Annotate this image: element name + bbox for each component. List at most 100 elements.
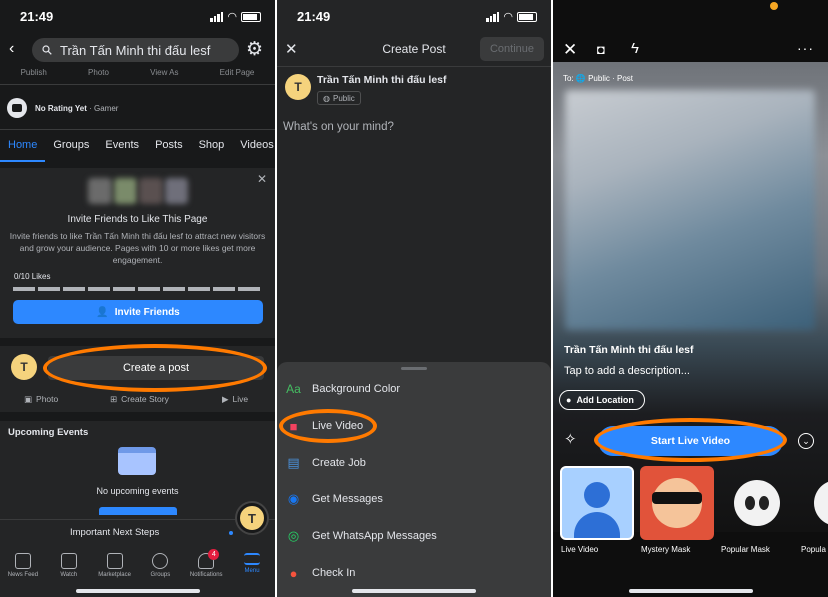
create-post-card: T Create a post ▣ Photo ⊞ Create Story ▶ Li… <box>0 346 275 412</box>
tab-videos[interactable]: Videos <box>232 130 275 162</box>
status-bar: 21:49 ◠ <box>0 0 275 34</box>
friend-avatars-blurred <box>88 178 188 204</box>
plus-box-icon: ⊞ <box>110 394 118 404</box>
tab-events[interactable]: Events <box>97 130 147 162</box>
shop-icon <box>106 553 123 569</box>
privacy-selector[interactable]: ◍ Public <box>317 91 361 105</box>
nav-marketplace[interactable]: Marketplace <box>92 553 138 578</box>
page-tabs: Home Groups Events Posts Shop Videos <box>0 130 275 162</box>
invite-description: Invite friends to like Trần Tấn Minh thi… <box>9 231 266 265</box>
create-post-screen: 21:49 ◠ ✕ Create Post Continue T Trần Tấ… <box>277 0 551 597</box>
page-home-screen: 21:49 ◠ ‹ Trần Tấn Minh thi đấu lesf ⚙ P… <box>0 0 275 597</box>
effect-label: Popular Mask <box>721 545 770 554</box>
home-indicator <box>628 589 753 593</box>
photo-action[interactable]: ▣ Photo <box>24 394 58 405</box>
battery-icon <box>241 11 261 22</box>
status-time: 21:49 <box>20 9 54 24</box>
view-as-link[interactable]: View As <box>150 68 178 77</box>
effect-popular-mask-2[interactable] <box>800 466 828 540</box>
flash-off-icon[interactable]: ϟ <box>631 40 639 57</box>
photo-icon: ▣ <box>24 394 33 404</box>
recording-dot <box>770 2 778 10</box>
sheet-grabber[interactable] <box>401 367 427 370</box>
likes-progress-bar <box>13 287 263 291</box>
live-video-icon: ■ <box>289 418 298 434</box>
menu-check-in[interactable]: ● Check In <box>285 563 356 583</box>
create-story-action[interactable]: ⊞ Create Story <box>110 394 169 405</box>
unread-dot <box>229 531 233 535</box>
page-action-links: Publish Photo View As Edit Page <box>0 68 275 77</box>
search-icon <box>42 45 52 55</box>
start-live-video-button[interactable]: Start Live Video <box>598 426 783 456</box>
tab-home[interactable]: Home <box>0 130 46 162</box>
menu-get-messages[interactable]: ◉ Get Messages <box>285 489 383 509</box>
more-options-icon[interactable]: ··· <box>797 40 814 56</box>
menu-live-video[interactable]: ■ Live Video <box>285 416 364 436</box>
edit-page-link[interactable]: Edit Page <box>220 68 255 77</box>
user-plus-icon: 👤 <box>96 306 109 318</box>
nav-menu[interactable]: Menu <box>229 553 275 574</box>
battery-icon <box>517 11 537 22</box>
search-input[interactable]: Trần Tấn Minh thi đấu lesf <box>32 38 239 62</box>
avatar: T <box>11 354 37 380</box>
menu-create-job[interactable]: ▤ Create Job <box>285 453 365 473</box>
home-indicator <box>75 589 200 593</box>
continue-button[interactable]: Continue <box>480 37 544 61</box>
photo-link[interactable]: Photo <box>88 68 109 77</box>
back-arrow-icon[interactable]: ‹ <box>9 40 14 58</box>
briefcase-icon: ▤ <box>287 455 300 470</box>
camera-flip-icon[interactable]: ◘ <box>597 42 605 57</box>
audience-selector[interactable]: To: 🌐 Public · Post <box>563 74 633 83</box>
effect-label: Popula <box>801 545 826 554</box>
location-pin-icon: ● <box>289 565 298 581</box>
important-steps-bar[interactable]: Important Next Steps <box>0 519 275 545</box>
category-text: · Gamer <box>89 104 119 113</box>
menu-background-color[interactable]: Aa Background Color <box>285 379 400 399</box>
publish-link[interactable]: Publish <box>21 68 47 77</box>
avatar: T <box>285 74 311 100</box>
no-events-text: No upcoming events <box>96 486 179 496</box>
tab-shop[interactable]: Shop <box>191 130 233 162</box>
menu-get-whatsapp[interactable]: ◎ Get WhatsApp Messages <box>285 526 437 546</box>
tab-posts[interactable]: Posts <box>147 130 191 162</box>
close-icon[interactable]: ✕ <box>257 172 267 186</box>
search-text: Trần Tấn Minh thi đấu lesf <box>60 42 211 58</box>
whatsapp-icon: ◎ <box>287 528 300 543</box>
page-name: Trần Tấn Minh thi đấu lesf <box>564 344 694 356</box>
live-action[interactable]: ▶ Live <box>222 394 248 405</box>
live-video-screen: ✕ ◘ ϟ ··· To: 🌐 Public · Post Trần Tấn M… <box>553 0 828 597</box>
camera-preview-blur <box>565 90 815 330</box>
globe-icon: ◍ <box>323 93 330 103</box>
upcoming-events-card: Upcoming Events No upcoming events <box>0 421 275 521</box>
wifi-icon: ◠ <box>227 11 237 23</box>
page-name: Trần Tấn Minh thi đấu lesf <box>317 74 447 86</box>
effect-live-video[interactable] <box>560 466 634 540</box>
aa-icon: Aa <box>286 382 301 396</box>
nav-groups[interactable]: Groups <box>137 553 183 578</box>
effect-mystery-mask[interactable] <box>640 466 714 540</box>
nav-news-feed[interactable]: News Feed <box>0 553 46 578</box>
effect-popular-mask[interactable] <box>720 466 794 540</box>
nav-watch[interactable]: Watch <box>46 553 92 578</box>
nav-notifications[interactable]: 4 Notifications <box>183 549 229 578</box>
tab-groups[interactable]: Groups <box>45 130 97 162</box>
invite-friends-button[interactable]: 👤 Invite Friends <box>13 300 263 324</box>
chevron-down-icon[interactable]: ⌄ <box>798 433 814 449</box>
close-icon[interactable]: ✕ <box>563 40 577 60</box>
floating-avatar[interactable]: T <box>237 503 267 533</box>
menu-icon <box>244 553 261 565</box>
create-post-button[interactable]: Create a post <box>48 356 264 380</box>
home-indicator <box>352 589 476 593</box>
create-event-button[interactable] <box>99 507 177 515</box>
upcoming-events-title: Upcoming Events <box>8 427 89 438</box>
home-icon <box>14 553 31 569</box>
magic-wand-icon[interactable]: ✧ <box>564 430 577 448</box>
groups-icon <box>152 553 169 569</box>
video-camera-icon: ▶ <box>222 394 229 404</box>
wifi-icon: ◠ <box>503 11 513 23</box>
effect-label: Mystery Mask <box>641 545 691 554</box>
gear-icon[interactable]: ⚙ <box>246 38 263 61</box>
post-text-input[interactable]: What's on your mind? <box>283 121 394 133</box>
add-location-button[interactable]: ● Add Location <box>559 390 645 410</box>
description-input[interactable]: Tap to add a description... <box>564 365 690 377</box>
